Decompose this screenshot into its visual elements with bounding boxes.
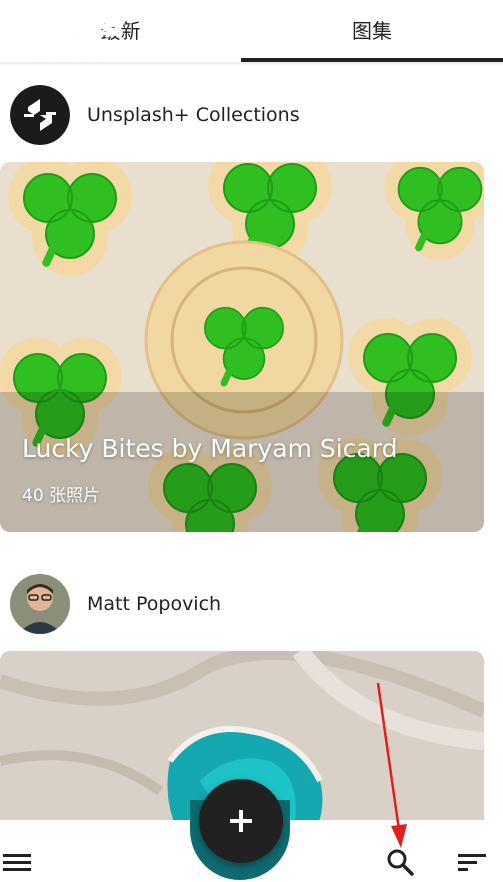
- site-watermark-logo: 游吧乐下载 小编亲测: [8, 10, 156, 68]
- menu-icon: [3, 854, 31, 871]
- tab-collections[interactable]: 图集: [241, 0, 503, 58]
- unsplash-plus-avatar[interactable]: [10, 85, 70, 145]
- watermark-line1: 游吧乐下载: [12, 16, 125, 41]
- add-fab-button[interactable]: [199, 779, 283, 863]
- collection-card[interactable]: Lucky Bites by Maryam Sicard 40 张照片: [0, 162, 484, 532]
- menu-button[interactable]: [0, 845, 34, 879]
- watermark-line2: 小编亲测: [34, 41, 118, 65]
- collection-photo-count: 40 张照片: [22, 486, 101, 506]
- collection-author-name[interactable]: Unsplash+ Collections: [87, 104, 300, 126]
- collection-author-row[interactable]: Unsplash+ Collections: [0, 80, 503, 150]
- collection-author-row[interactable]: Matt Popovich: [0, 569, 503, 639]
- search-icon: [387, 849, 414, 876]
- collection-author-name[interactable]: Matt Popovich: [87, 593, 221, 615]
- sort-button[interactable]: [452, 842, 492, 882]
- search-button[interactable]: [380, 842, 420, 882]
- collection-cover-image: [0, 162, 484, 532]
- plus-icon: [230, 810, 252, 832]
- sort-icon: [458, 854, 486, 871]
- collection-title: Lucky Bites by Maryam Sicard: [22, 434, 398, 463]
- matt-popovich-avatar[interactable]: [10, 574, 70, 634]
